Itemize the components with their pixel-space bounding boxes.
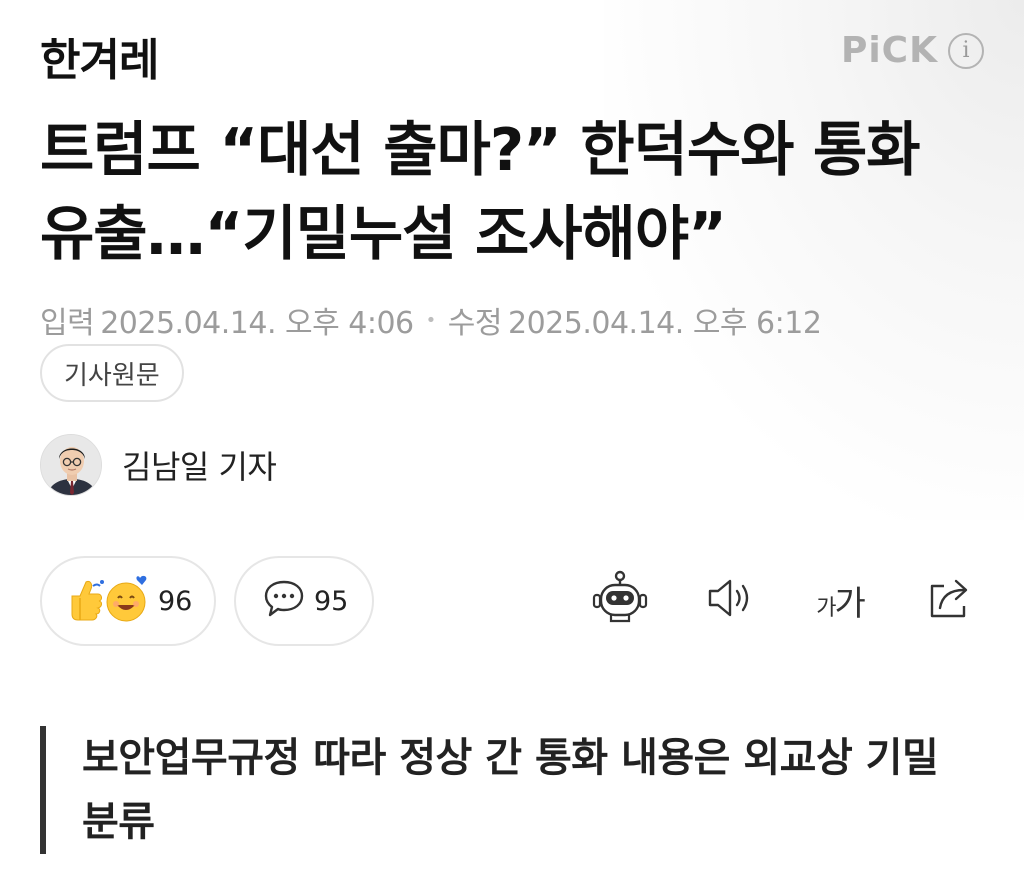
- input-date: 2025.04.14. 오후 4:06: [100, 306, 414, 341]
- article-title: 트럼프 “대선 출마?” 한덕수와 통화 유출…“기밀누설 조사해야”: [40, 115, 921, 268]
- date-separator: •: [425, 309, 437, 331]
- press-logo[interactable]: 한겨레: [40, 24, 159, 88]
- reporter-avatar: [40, 434, 102, 496]
- share-button[interactable]: [920, 570, 980, 630]
- share-icon: [924, 572, 976, 628]
- font-size-large-glyph: 가: [834, 583, 865, 624]
- speaker-icon: [704, 572, 756, 628]
- reaction-count: 96: [158, 585, 193, 617]
- modified-date-label: 수정: [447, 306, 503, 341]
- font-size-button[interactable]: 가가: [810, 570, 870, 630]
- robot-icon: [591, 569, 649, 631]
- font-size-icon: 가가: [816, 576, 866, 625]
- modified-date: 2025.04.14. 오후 6:12: [507, 306, 822, 341]
- text-to-speech-button[interactable]: [700, 570, 760, 630]
- font-size-small-glyph: 가: [816, 595, 836, 621]
- info-icon[interactable]: i: [948, 32, 984, 69]
- comment-count: 95: [314, 585, 349, 617]
- reporter[interactable]: 김남일 기자: [40, 434, 277, 496]
- comment-button[interactable]: 95: [234, 556, 374, 646]
- article-dates: 입력 2025.04.14. 오후 4:06 • 수정 2025.04.14. …: [40, 298, 822, 342]
- original-article-button[interactable]: 기사원문: [40, 344, 184, 402]
- pick-badge: PiCK i: [841, 30, 984, 71]
- pick-label: PiCK: [840, 30, 938, 71]
- article-tools: 가가: [590, 570, 980, 630]
- reaction-emoji-icon: [66, 574, 150, 628]
- header: 한겨레 PiCK i: [40, 18, 984, 86]
- comment-bubble-icon: [262, 577, 306, 625]
- reporter-name[interactable]: 김남일 기자: [122, 442, 277, 488]
- input-date-label: 입력: [40, 306, 95, 341]
- article-subhead: 보안업무규정 따라 정상 간 통화 내용은 외교상 기밀 분류: [40, 726, 980, 854]
- reaction-button[interactable]: 96: [40, 556, 216, 646]
- summary-bot-button[interactable]: [590, 570, 650, 630]
